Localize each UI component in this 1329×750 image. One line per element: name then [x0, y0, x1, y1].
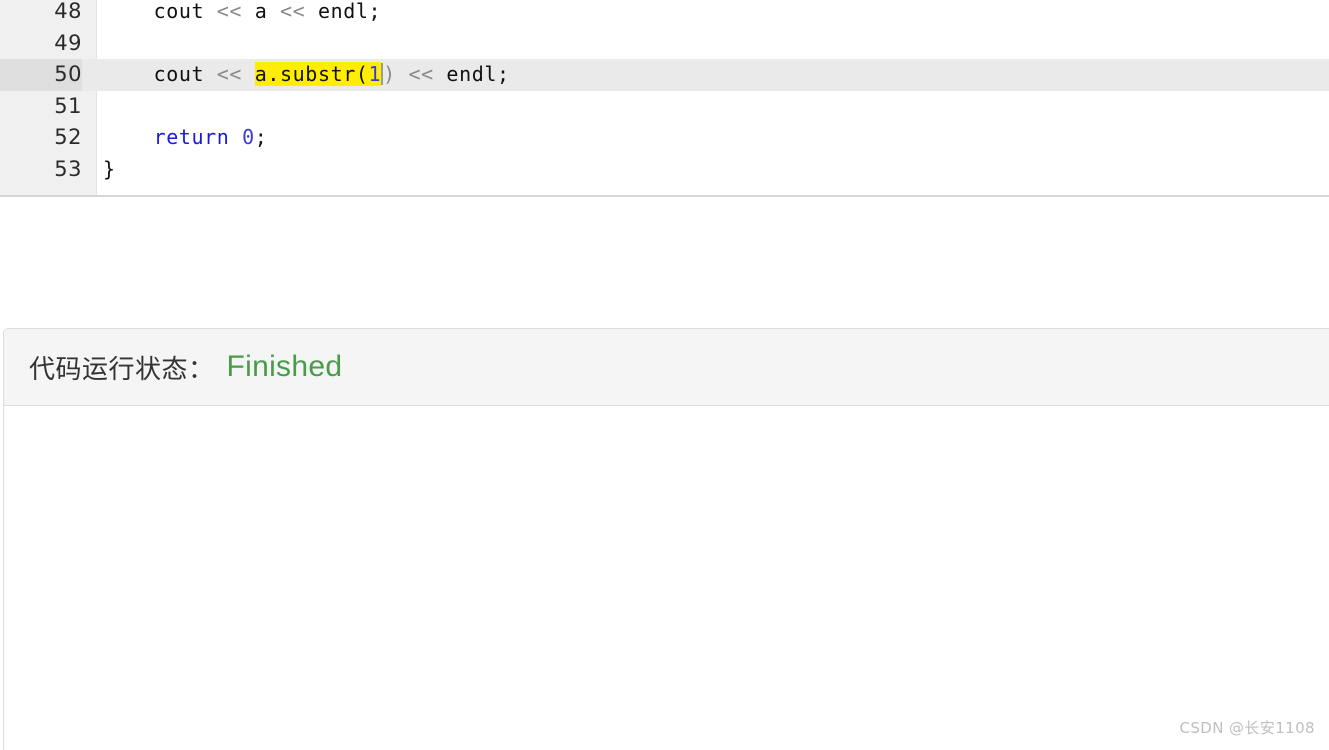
code-line[interactable]: 52 return 0; [0, 122, 1329, 154]
line-number: 53 [54, 156, 82, 181]
code-token: 1 [368, 62, 382, 87]
line-number: 51 [54, 93, 82, 118]
line-number: 48 [54, 0, 82, 23]
code-token: a [242, 0, 281, 23]
code-token: return [153, 125, 230, 150]
code-line[interactable]: 53} [0, 154, 1329, 186]
code-token: endl; [433, 62, 510, 87]
code-token: << [216, 62, 243, 87]
line-number: 52 [54, 125, 82, 150]
code-line[interactable]: 49 [0, 28, 1329, 60]
code-line-text[interactable]: } [103, 154, 116, 186]
code-token: << [408, 62, 434, 87]
run-status-label: 代码运行状态： [29, 354, 215, 385]
code-token: ) [383, 62, 396, 87]
code-token: a.substr( [254, 62, 369, 87]
csdn-watermark: CSDN @长安1108 [1179, 719, 1315, 737]
code-token: 0 [242, 125, 255, 150]
code-line-text[interactable]: cout << a.substr(1) << endl; [103, 59, 510, 91]
code-token: << [216, 0, 243, 23]
line-number: 49 [54, 30, 82, 55]
run-status-value: Finished [226, 350, 343, 383]
code-line-text[interactable]: return 0; [103, 122, 267, 154]
code-token: endl; [305, 0, 382, 23]
code-token: << [280, 0, 306, 23]
run-result-panel: 代码运行状态： Finished 输入 3 4 输出 yxcdefcxcdefc [3, 328, 1329, 750]
line-number: 50 [0, 59, 82, 91]
code-token: ; [254, 125, 268, 150]
code-line[interactable]: 48 cout << a << endl; [0, 0, 1329, 28]
code-token: } [103, 156, 116, 181]
code-line-text[interactable]: cout << a << endl; [103, 0, 381, 28]
code-token: cout [103, 62, 217, 87]
code-token: cout [103, 0, 217, 23]
code-line[interactable]: 50 cout << a.substr(1) << endl; [0, 59, 1329, 91]
code-editor[interactable]: 48 cout << a << endl; 49 50 cout << a.subs… [0, 0, 1329, 197]
code-line[interactable]: 51 [0, 91, 1329, 123]
editor-line-list[interactable]: 48 cout << a << endl; 49 50 cout << a.subs… [0, 0, 1329, 195]
screenshot-root: 48 cout << a << endl; 49 50 cout << a.subs… [0, 0, 1329, 750]
run-status-header: 代码运行状态： Finished [4, 329, 1329, 406]
